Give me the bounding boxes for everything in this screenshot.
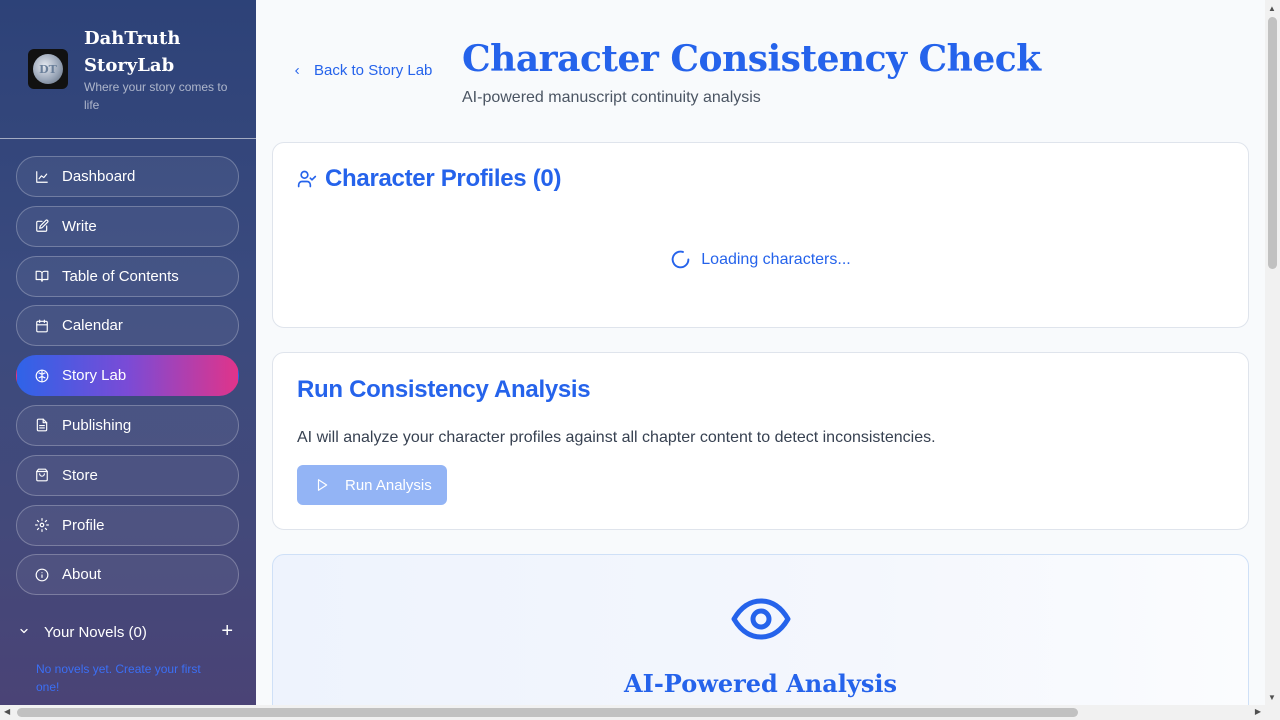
sidebar-item-publishing[interactable]: Publishing <box>16 404 239 446</box>
sidebar-item-label: Profile <box>62 516 105 534</box>
character-profiles-card: Character Profiles (0) Loading character… <box>272 142 1249 328</box>
loading-text: Loading characters... <box>701 250 851 268</box>
app-name: DahTruth StoryLab <box>84 28 181 76</box>
chevron-left-icon <box>292 65 302 77</box>
scrollbar-corner <box>1265 705 1280 720</box>
loading-indicator: Loading characters... <box>273 249 1248 270</box>
sidebar-item-label: Write <box>62 217 97 235</box>
ai-analysis-info-card: AI-Powered Analysis <box>272 554 1249 705</box>
consistency-analysis-card: Run Consistency Analysis AI will analyze… <box>272 352 1249 530</box>
sidebar-item-label: Table of Contents <box>62 267 179 285</box>
chart-line-icon <box>35 170 49 184</box>
novels-header: Your Novels (0) <box>44 623 147 641</box>
sidebar-item-label: Dashboard <box>62 168 136 185</box>
novels-section-toggle[interactable]: Your Novels (0) + <box>18 620 238 644</box>
run-analysis-title: Run Consistency Analysis <box>297 376 591 403</box>
vertical-scrollbar[interactable]: ▲ ▼ <box>1265 0 1280 705</box>
brand-header: DT DahTruth StoryLab Where your story co… <box>0 0 256 139</box>
sidebar-item-store[interactable]: Store <box>16 454 239 496</box>
novels-empty-text: No novels yet. Create your first one! <box>36 662 201 694</box>
sidebar-item-table-of-contents[interactable]: Table of Contents <box>16 255 239 297</box>
scroll-up-icon[interactable]: ▲ <box>1268 4 1276 13</box>
app-logo[interactable]: DT <box>28 49 68 89</box>
sidebar-item-calendar[interactable]: Calendar <box>16 305 239 347</box>
play-icon <box>315 477 329 493</box>
scroll-right-icon[interactable]: ▶ <box>1255 707 1261 716</box>
logo-emblem: DT <box>33 54 63 84</box>
ai-analysis-title: AI-Powered Analysis <box>623 669 898 698</box>
sidebar-item-about[interactable]: About <box>16 554 239 596</box>
book-open-icon <box>35 269 49 283</box>
chevron-down-icon <box>18 624 30 641</box>
sidebar-item-profile[interactable]: Profile <box>16 504 239 546</box>
sidebar-item-label: Publishing <box>62 416 132 434</box>
page-title: Character Consistency Check <box>462 38 1041 80</box>
calendar-icon <box>35 319 49 333</box>
user-check-icon <box>297 169 317 189</box>
main-content: Back to Story Lab Character Consistency … <box>256 0 1264 705</box>
app-tagline: Where your story comes to life <box>84 80 228 112</box>
add-novel-button[interactable]: + <box>221 620 233 642</box>
sidebar-item-label: About <box>62 566 102 584</box>
run-analysis-button[interactable]: Run Analysis <box>297 465 447 505</box>
horizontal-scrollbar[interactable]: ◀ ▶ <box>0 705 1280 720</box>
sidebar-nav: Dashboard Write Table of Contents Calend… <box>16 156 239 604</box>
run-analysis-label: Run Analysis <box>345 476 432 494</box>
info-icon <box>35 568 49 582</box>
sidebar: DT DahTruth StoryLab Where your story co… <box>0 0 256 705</box>
back-link-label: Back to Story Lab <box>314 62 433 79</box>
edit-icon <box>35 219 49 233</box>
brain-icon <box>35 369 49 383</box>
sidebar-item-label: Story Lab <box>62 367 127 385</box>
back-to-story-lab-link[interactable]: Back to Story Lab <box>292 62 432 79</box>
card-header: Character Profiles (0) <box>297 165 561 193</box>
sidebar-item-label: Store <box>62 466 98 484</box>
character-profiles-title: Character Profiles (0) <box>325 165 562 192</box>
document-icon <box>35 418 49 432</box>
run-analysis-description: AI will analyze your character profiles … <box>297 429 936 446</box>
sidebar-item-story-lab[interactable]: Story Lab <box>16 355 239 397</box>
shopping-bag-icon <box>35 468 49 482</box>
eye-icon <box>731 595 791 648</box>
sidebar-item-dashboard[interactable]: Dashboard <box>16 156 239 197</box>
horizontal-scroll-thumb[interactable] <box>17 708 1078 717</box>
page-subtitle: AI-powered manuscript continuity analysi… <box>462 89 761 106</box>
gear-icon <box>35 518 49 533</box>
scroll-left-icon[interactable]: ◀ <box>4 707 10 716</box>
sidebar-item-label: Calendar <box>62 317 123 335</box>
sidebar-item-write[interactable]: Write <box>16 205 239 247</box>
scroll-down-icon[interactable]: ▼ <box>1268 693 1276 702</box>
vertical-scroll-thumb[interactable] <box>1268 17 1277 269</box>
spinner-icon <box>670 249 691 270</box>
